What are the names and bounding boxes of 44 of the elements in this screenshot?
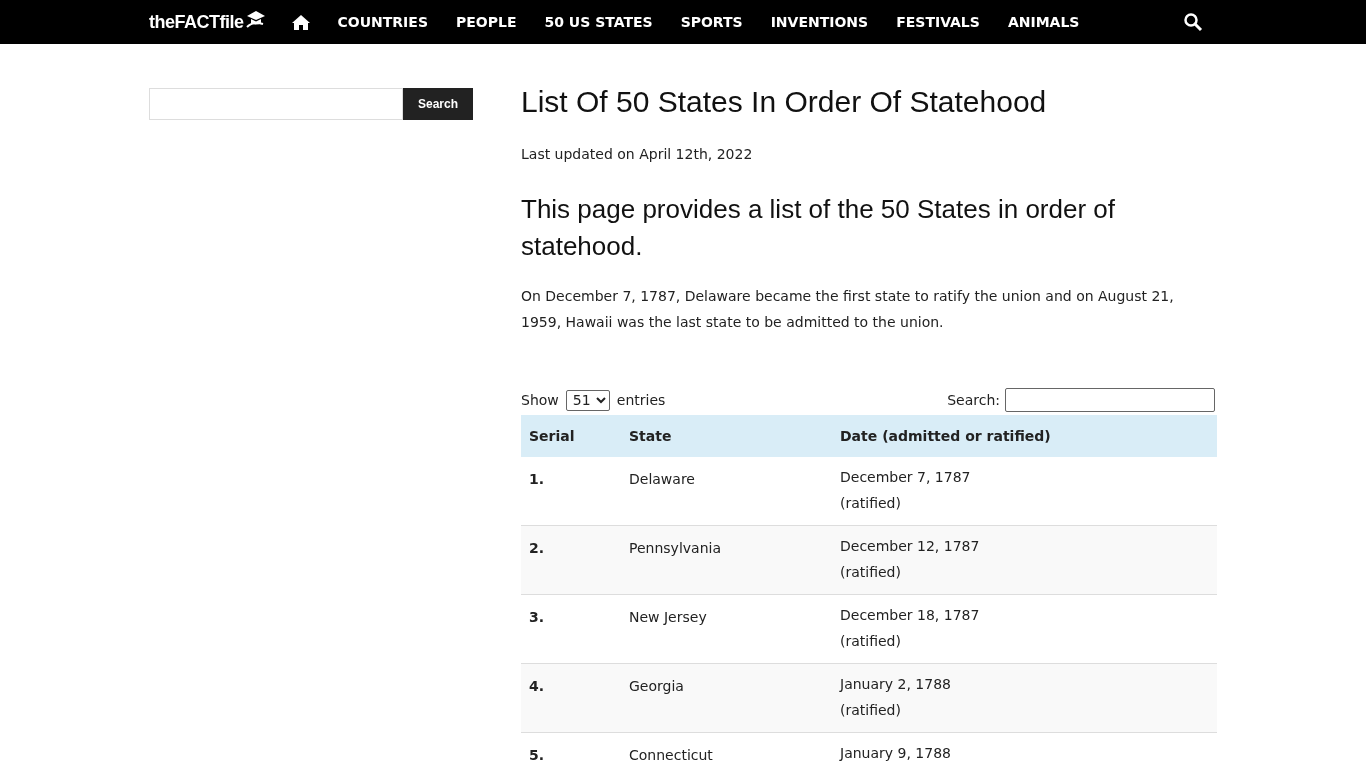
- state-cell-text: Connecticut: [629, 746, 714, 765]
- date-note: (ratified): [840, 632, 902, 651]
- intro-paragraph: On December 7, 1787, Delaware became the first state to ratify the union and on August 21, 1959, Hawaii was the last state to be admitted to the union.: [521, 287, 1175, 332]
- nav-link[interactable]: ANIMALS: [1007, 11, 1080, 33]
- state-cell-text: New Jersey: [629, 608, 708, 627]
- nav-link[interactable]: SPORTS: [680, 11, 743, 33]
- date-note: (ratified): [840, 563, 902, 582]
- serial-cell-text: 5.: [529, 746, 546, 765]
- date-note: (ratified): [840, 701, 902, 720]
- serial-cell-text: 2.: [529, 539, 546, 558]
- date-text: December 7, 1787: [840, 468, 972, 487]
- site-logo[interactable]: theFACTfile: [149, 8, 267, 36]
- show-label: Show: [521, 390, 559, 410]
- home-icon[interactable]: [290, 13, 311, 31]
- entries-select[interactable]: 51: [565, 389, 610, 411]
- search-icon[interactable]: [1183, 12, 1203, 32]
- search-button[interactable]: Search: [403, 88, 473, 120]
- page-title: List Of 50 States In Order Of Statehood: [521, 84, 1048, 120]
- date-text: January 2, 1788: [840, 675, 952, 694]
- updated-date: Last updated on April 12th, 2022: [521, 145, 754, 164]
- column-header[interactable]: Date (admitted or ratified): [840, 425, 1217, 447]
- nav-link[interactable]: FESTIVALS: [896, 11, 980, 33]
- search-label: Search:: [947, 390, 1000, 410]
- search-field[interactable]: [149, 88, 403, 120]
- serial-cell-text: 3.: [529, 608, 546, 627]
- column-header[interactable]: State: [629, 425, 832, 447]
- state-cell-text: Delaware: [629, 470, 696, 489]
- date-text: December 12, 1787: [840, 537, 981, 556]
- state-cell-text: Pennsylvania: [629, 539, 722, 558]
- date-text: December 18, 1787: [840, 606, 981, 625]
- lead-heading: This page provides a list of the 50 States in order of statehood.: [521, 193, 1116, 263]
- nav-link[interactable]: INVENTIONS: [770, 11, 869, 33]
- entries-label: entries: [616, 390, 666, 410]
- nav-link[interactable]: PEOPLE: [455, 11, 517, 33]
- nav-link[interactable]: 50 US STATES: [544, 11, 653, 33]
- state-cell-text: Georgia: [629, 677, 685, 696]
- nav-link[interactable]: COUNTRIES: [337, 11, 428, 33]
- table-search-field[interactable]: [1005, 388, 1215, 412]
- serial-cell-text: 1.: [529, 470, 546, 489]
- serial-cell-text: 4.: [529, 677, 546, 696]
- graduation-cap-icon: [244, 9, 267, 29]
- date-note: (ratified): [840, 494, 902, 513]
- column-header[interactable]: Serial: [529, 425, 621, 447]
- date-text: January 9, 1788: [840, 744, 952, 763]
